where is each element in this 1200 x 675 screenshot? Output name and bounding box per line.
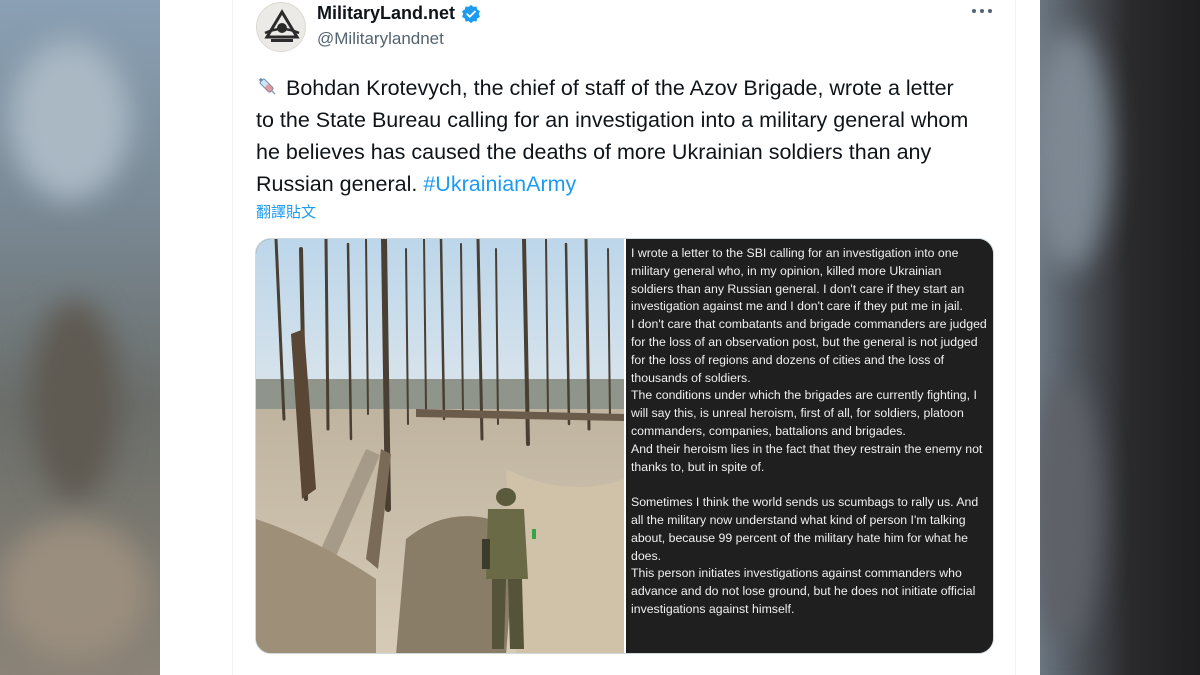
user-handle[interactable]: @Militarylandnet xyxy=(317,29,444,49)
blurred-background-left xyxy=(0,0,160,675)
letter-paragraph: This person initiates investigations aga… xyxy=(631,566,976,616)
translate-post-link[interactable]: 翻譯貼文 xyxy=(256,201,316,222)
letter-paragraph: I don't care that combatants and brigade… xyxy=(631,317,987,385)
tweet-body: Bohdan Krotevych, the chief of staff of … xyxy=(256,76,969,196)
militaryland-logo-icon xyxy=(264,9,300,42)
verified-badge-icon xyxy=(461,4,481,24)
syringe-icon xyxy=(256,75,280,99)
letter-paragraph: The conditions under which the brigades … xyxy=(631,388,977,438)
more-options-icon[interactable] xyxy=(970,4,994,18)
timeline-border-left xyxy=(232,0,233,675)
display-name[interactable]: MilitaryLand.net xyxy=(317,3,455,24)
blurred-background-right xyxy=(1040,0,1200,675)
tweet-media[interactable]: I wrote a letter to the SBI calling for … xyxy=(255,238,994,654)
letter-text-panel: I wrote a letter to the SBI calling for … xyxy=(629,239,993,653)
letter-paragraph: I wrote a letter to the SBI calling for … xyxy=(631,246,965,314)
forest-trench-photo xyxy=(256,239,624,653)
hashtag-link[interactable]: #UkrainianArmy xyxy=(423,172,576,196)
timeline-border-right xyxy=(1015,0,1016,675)
media-separator xyxy=(624,239,626,653)
letter-paragraph: Sometimes I think the world sends us scu… xyxy=(631,495,979,563)
tweet-text: Bohdan Krotevych, the chief of staff of … xyxy=(256,72,976,200)
letter-paragraph: And their heroism lies in the fact that … xyxy=(631,441,983,474)
avatar[interactable] xyxy=(256,2,306,52)
